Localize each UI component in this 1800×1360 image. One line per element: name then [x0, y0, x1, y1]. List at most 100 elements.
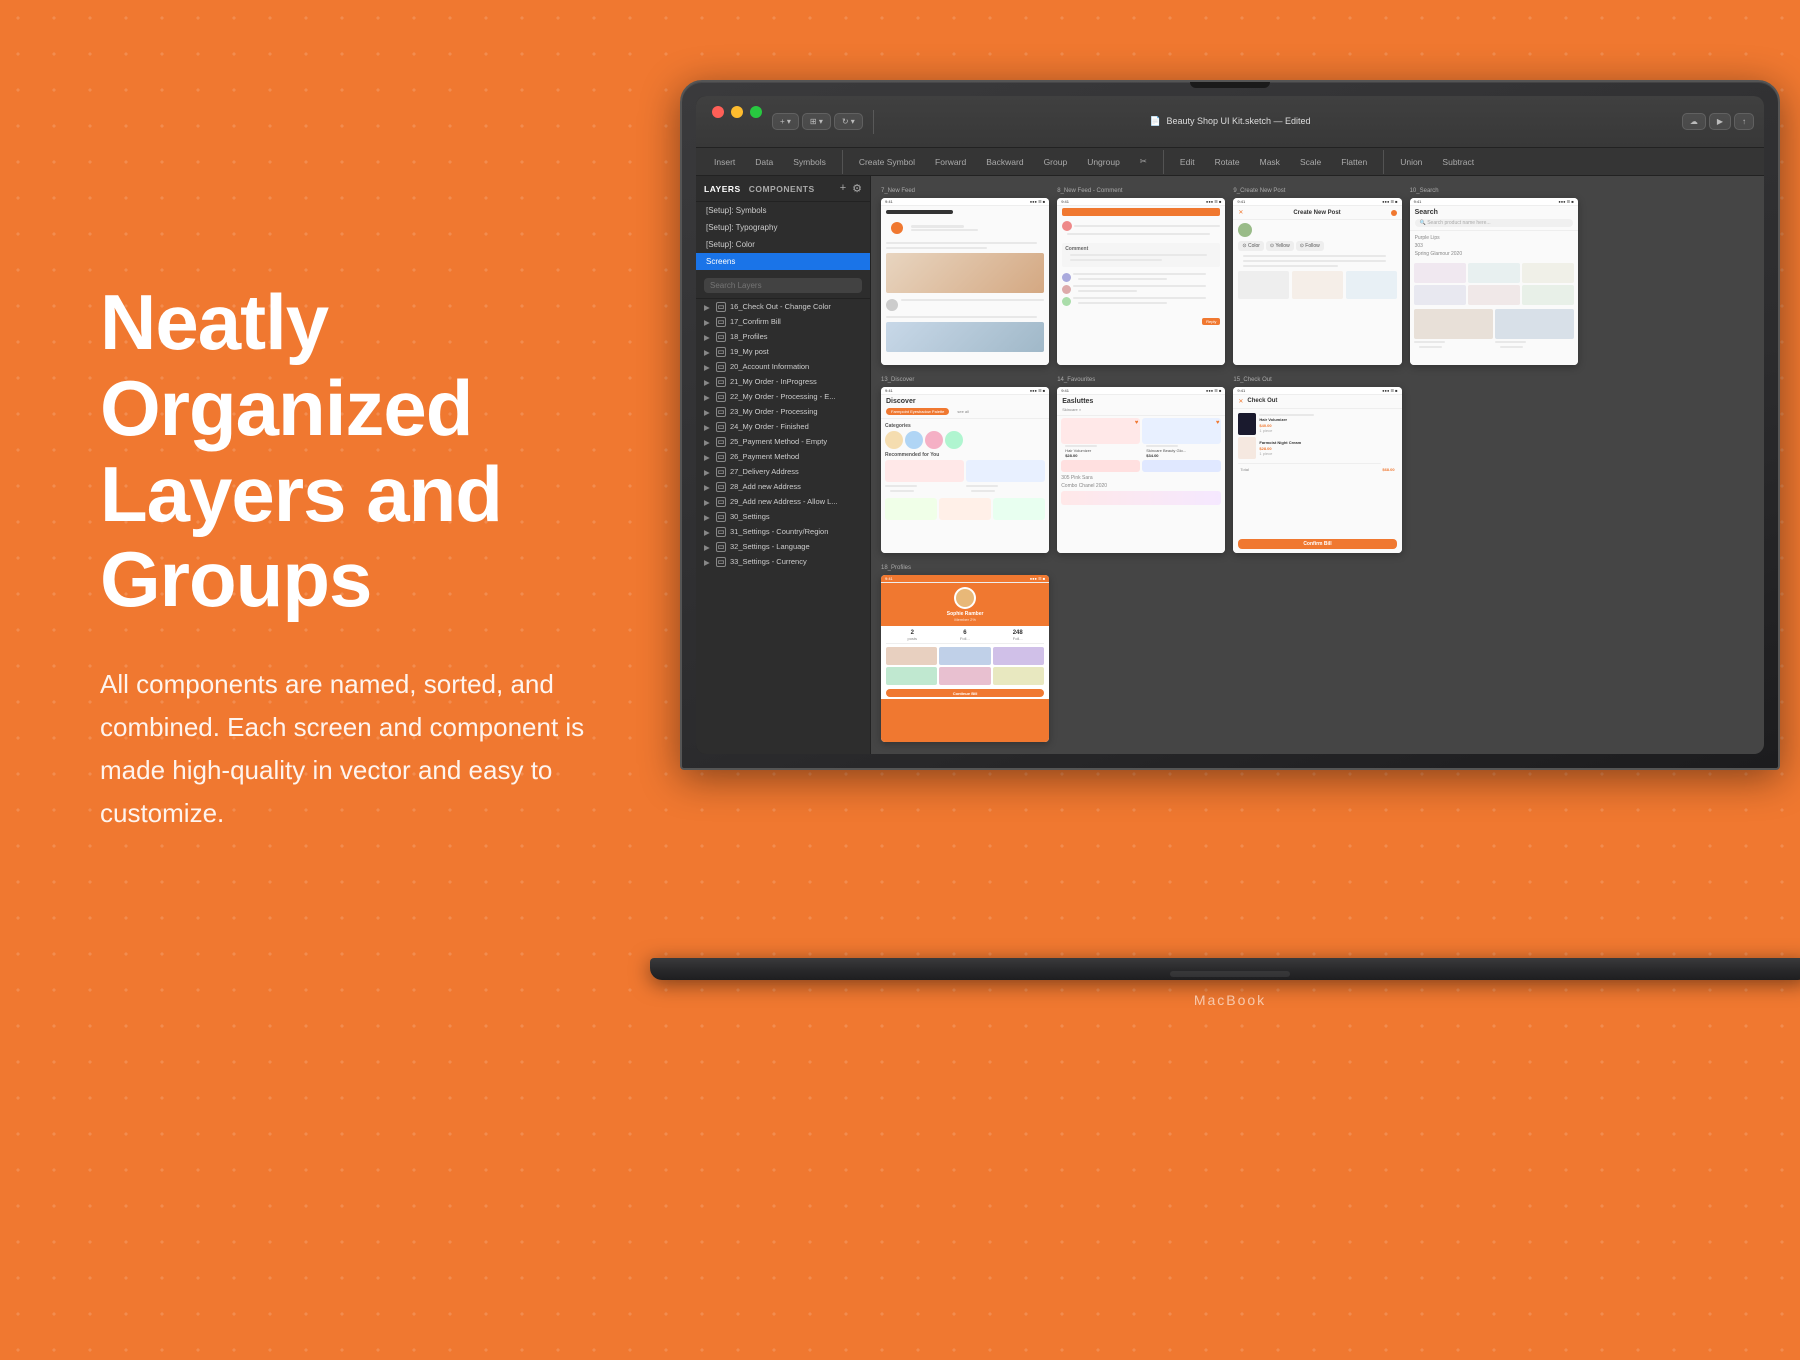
artboard-empty3 [1586, 375, 1754, 556]
layer-item-32[interactable]: ▶ ▭ 32_Settings - Language [696, 539, 870, 554]
layer-item-29[interactable]: ▶ ▭ 29_Add new Address - Allow L... [696, 494, 870, 509]
layer-item-26[interactable]: ▶ ▭ 26_Payment Method [696, 449, 870, 464]
tb-rotate[interactable]: Rotate [1207, 155, 1248, 169]
tb-backward[interactable]: Backward [978, 155, 1031, 169]
tb-flatten[interactable]: Flatten [1333, 155, 1375, 169]
tb-data[interactable]: Data [747, 155, 781, 169]
layer-item-22[interactable]: ▶ ▭ 22_My Order - Processing - E... [696, 389, 870, 404]
toolbar-cloud-btn[interactable]: ☁ [1682, 113, 1706, 130]
tb-symbols[interactable]: Symbols [785, 155, 834, 169]
artboard-13: 13_Discover 9:41●●● ☰ ■ Discover [881, 375, 1049, 556]
artboard-8-label: 8_New Feed - Comment [1057, 188, 1122, 194]
phone-card-create-post: 9:41●●● ☰ ■ ✕ Create New Post [1233, 198, 1401, 365]
layer-item-21[interactable]: ▶ ▭ 21_My Order - InProgress [696, 374, 870, 389]
left-panel: Neatly Organized Layers and Groups All c… [100, 280, 630, 835]
phone-statusbar-10: 9:41●●● ☰ ■ [1410, 198, 1578, 206]
tb-edit[interactable]: Edit [1172, 155, 1203, 169]
layer-item-16[interactable]: ▶ ▭ 16_Check Out - Change Color [696, 299, 870, 314]
sidebar-search [696, 270, 870, 299]
sidebar-tab-layers[interactable]: LAYERS [704, 184, 741, 194]
sidebar-add-icon[interactable]: + [840, 182, 846, 195]
sidebar-setup-color[interactable]: [Setup]: Color [696, 236, 870, 253]
layer-item-23[interactable]: ▶ ▭ 23_My Order - Processing [696, 404, 870, 419]
layer-item-20[interactable]: ▶ ▭ 20_Account Information [696, 359, 870, 374]
sidebar-tab-components[interactable]: COMPONENTS [749, 184, 815, 194]
phone-screen-10: Search 🔍 Search product name here... Pur… [1410, 206, 1578, 365]
artboard-18: 18_Profiles 9:41●●● ☰ ■ [881, 563, 1049, 744]
sidebar-setup-typography[interactable]: [Setup]: Typography [696, 219, 870, 236]
layer-item-30[interactable]: ▶ ▭ 30_Settings [696, 509, 870, 524]
minimize-button-dot[interactable] [731, 106, 743, 118]
toolbar-right-group: ☁ ▶ ↑ [1682, 113, 1754, 130]
artboard-9: 9_Create New Post 9:41●●● ☰ ■ ✕ [1233, 186, 1401, 367]
tb-union[interactable]: Union [1392, 155, 1430, 169]
sidebar-header: LAYERS COMPONENTS + ⚙ [696, 176, 870, 202]
layer-item-24[interactable]: ▶ ▭ 24_My Order - Finished [696, 419, 870, 434]
macbook-label: MacBook [1194, 992, 1266, 1008]
artboard-14: 14_Favourites 9:41●●● ☰ ■ Easluttes [1057, 375, 1225, 556]
layer-item-17[interactable]: ▶ ▭ 17_Confirm Bill [696, 314, 870, 329]
screen-bezel: + ▾ ⊞ ▾ ↻ ▾ 📄 Beauty Shop UI Kit.sketch … [696, 96, 1764, 754]
phone-statusbar-15: 9:41●●● ☰ ■ [1233, 387, 1401, 395]
tb-subtract[interactable]: Subtract [1434, 155, 1482, 169]
layer-item-25[interactable]: ▶ ▭ 25_Payment Method - Empty [696, 434, 870, 449]
sidebar-settings-icon[interactable]: ⚙ [852, 182, 862, 195]
phone-card-comment: 9:41●●● ☰ ■ [1057, 198, 1225, 365]
toolbar-insert-btn[interactable]: + ▾ [772, 113, 799, 130]
layer-item-33[interactable]: ▶ ▭ 33_Settings - Currency [696, 554, 870, 569]
phone-screen-15: ✕ Check Out [1233, 395, 1401, 554]
traffic-lights [712, 106, 762, 118]
toolbar-insert-group: + ▾ ⊞ ▾ ↻ ▾ [772, 113, 863, 130]
phone-screen-18: Sophie Ramber Member 2% 2posts 6Foll... [881, 583, 1049, 742]
artboard-13-label: 13_Discover [881, 377, 914, 383]
toolbar-grid-btn[interactable]: ⊞ ▾ [802, 113, 831, 130]
sidebar-screens[interactable]: Screens [696, 253, 870, 270]
tb-insert[interactable]: Insert [706, 155, 743, 169]
artboard-empty [1586, 186, 1754, 367]
search-layers-input[interactable] [704, 278, 862, 293]
sketch-main-area: LAYERS COMPONENTS + ⚙ [Setup]: Symbols [… [696, 176, 1764, 754]
tb-scale[interactable]: Scale [1292, 155, 1329, 169]
tb-group[interactable]: Group [1036, 155, 1076, 169]
tb-mask[interactable]: Mask [1252, 155, 1288, 169]
phone-statusbar-14: 9:41●●● ☰ ■ [1057, 387, 1225, 395]
phone-statusbar-8: 9:41●●● ☰ ■ [1057, 198, 1225, 206]
layer-item-31[interactable]: ▶ ▭ 31_Settings - Country/Region [696, 524, 870, 539]
phone-statusbar-9: 9:41●●● ☰ ■ [1233, 198, 1401, 206]
tb-forward[interactable]: Forward [927, 155, 974, 169]
tb-ungroup[interactable]: Ungroup [1079, 155, 1128, 169]
fullscreen-button-dot[interactable] [750, 106, 762, 118]
phone-screen-13: Discover Farmpoint Eyeshadow Palette see… [881, 395, 1049, 554]
layer-item-28[interactable]: ▶ ▭ 28_Add new Address [696, 479, 870, 494]
close-button-dot[interactable] [712, 106, 724, 118]
artboard-7-label: 7_New Feed [881, 188, 915, 194]
layer-item-18[interactable]: ▶ ▭ 18_Profiles [696, 329, 870, 344]
phone-screen-9: ✕ Create New Post [1233, 206, 1401, 365]
screen-notch [1190, 82, 1270, 88]
toolbar-present-btn[interactable]: ▶ [1709, 113, 1731, 130]
tb-create-symbol[interactable]: Create Symbol [851, 155, 923, 169]
layer-item-27[interactable]: ▶ ▭ 27_Delivery Address [696, 464, 870, 479]
description-text: All components are named, sorted, and co… [100, 663, 630, 835]
artboard-empty2 [1410, 375, 1578, 556]
phone-card-checkout: 9:41●●● ☰ ■ ✕ Check Out [1233, 387, 1401, 554]
phone-screen-14: Easluttes Skincare × [1057, 395, 1225, 554]
phone-statusbar-7: 9:41●●● ☰ ■ [881, 198, 1049, 206]
sketch-toolbar: + ▾ ⊞ ▾ ↻ ▾ 📄 Beauty Shop UI Kit.sketch … [696, 96, 1764, 148]
sidebar-setup-symbols[interactable]: [Setup]: Symbols [696, 202, 870, 219]
main-heading: Neatly Organized Layers and Groups [100, 280, 630, 623]
toolbar-refresh-btn[interactable]: ↻ ▾ [834, 113, 863, 130]
phone-card-discover: 9:41●●● ☰ ■ Discover Farmpoint Eyeshadow… [881, 387, 1049, 554]
artboard-18-label: 18_Profiles [881, 565, 911, 571]
artboard-7: 7_New Feed 9:41●●● ☰ ■ [881, 186, 1049, 367]
artboard-15: 15_Check Out 9:41●●● ☰ ■ ✕ [1233, 375, 1401, 556]
toolbar-share-btn[interactable]: ↑ [1734, 113, 1754, 130]
sidebar-header-icons: + ⚙ [840, 182, 862, 195]
sketch-application: + ▾ ⊞ ▾ ↻ ▾ 📄 Beauty Shop UI Kit.sketch … [696, 96, 1764, 754]
canvas-artboards: 7_New Feed 9:41●●● ☰ ■ [881, 186, 1754, 744]
artboard-14-label: 14_Favourites [1057, 377, 1095, 383]
layer-item-19[interactable]: ▶ ▭ 19_My post [696, 344, 870, 359]
tb-scissors[interactable]: ✂ [1132, 154, 1155, 169]
toolbar-title: 📄 Beauty Shop UI Kit.sketch — Edited [1149, 116, 1310, 127]
sketch-toolbar-bottom: Insert Data Symbols Create Symbol Forwar… [696, 148, 1764, 176]
